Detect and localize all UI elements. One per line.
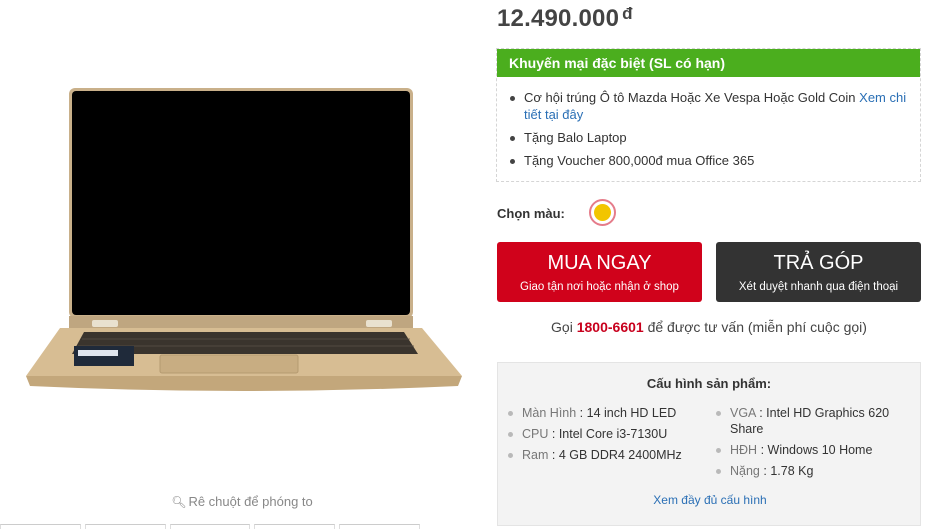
spec-list-left: Màn Hình : 14 inch HD LED CPU : Intel Co… xyxy=(508,405,708,468)
thumbnail[interactable] xyxy=(339,524,420,529)
thumbnail[interactable] xyxy=(84,524,166,529)
thumbnail[interactable] xyxy=(254,524,336,529)
installment-button[interactable]: TRẢ GÓP Xét duyệt nhanh qua điện thoại xyxy=(716,242,921,302)
hotline-phone[interactable]: 1800-6601 xyxy=(577,319,644,335)
color-swatch-gold[interactable] xyxy=(589,199,616,226)
spec-item: CPU : Intel Core i3-7130U xyxy=(508,426,708,442)
hotline-text: Gọi 1800-6601 để được tư vấn (miễn phí c… xyxy=(551,319,867,335)
thumbnail[interactable] xyxy=(0,524,81,529)
product-price: 12.490.000 đ xyxy=(497,4,633,33)
price-currency: đ xyxy=(622,4,633,23)
promotion-list: Cơ hội trúng Ô tô Mazda Hoặc Xe Vespa Ho… xyxy=(497,77,920,169)
zoom-hint: 🔍︎ Rê chuột để phóng to xyxy=(171,494,313,509)
buy-now-sublabel: Giao tận nơi hoặc nhận ở shop xyxy=(520,281,679,293)
color-picker-label: Chọn màu: xyxy=(497,206,565,221)
product-image-area: 🔍︎ Rê chuột để phóng to xyxy=(0,0,488,529)
color-dot xyxy=(594,204,611,221)
price-amount: 12.490.000 xyxy=(497,5,620,32)
spec-item: VGA : Intel HD Graphics 620 Share xyxy=(716,405,916,437)
product-image[interactable] xyxy=(22,84,466,396)
thumbnail-strip[interactable] xyxy=(0,524,420,529)
thumbnail[interactable] xyxy=(169,524,251,529)
promotion-item: Tặng Balo Laptop xyxy=(509,129,910,146)
spec-box: Cấu hình sản phẩm: Màn Hình : 14 inch HD… xyxy=(497,362,921,526)
spec-item: Màn Hình : 14 inch HD LED xyxy=(508,405,708,421)
buy-now-label: MUA NGAY xyxy=(547,252,652,274)
spec-list-right: VGA : Intel HD Graphics 620 Share HĐH : … xyxy=(716,405,916,484)
spec-title: Cấu hình sản phẩm: xyxy=(646,376,772,391)
promotion-item: Tặng Voucher 800,000đ mua Office 365 xyxy=(509,152,910,169)
promotion-item: Cơ hội trúng Ô tô Mazda Hoặc Xe Vespa Ho… xyxy=(509,89,910,123)
full-spec-link[interactable]: Xem đầy đủ cấu hình xyxy=(498,493,922,507)
spec-item: Nặng : 1.78 Kg xyxy=(716,463,916,479)
promotion-title: Khuyến mại đặc biệt (SL có hạn) xyxy=(497,49,920,77)
buy-now-button[interactable]: MUA NGAY Giao tận nơi hoặc nhận ở shop xyxy=(497,242,702,302)
spec-item: Ram : 4 GB DDR4 2400MHz xyxy=(508,447,708,463)
installment-sublabel: Xét duyệt nhanh qua điện thoại xyxy=(738,281,899,293)
magnifier-icon: 🔍︎ xyxy=(171,495,187,509)
spec-item: HĐH : Windows 10 Home xyxy=(716,442,916,458)
installment-label: TRẢ GÓP xyxy=(773,252,864,274)
promotion-box: Khuyến mại đặc biệt (SL có hạn) Cơ hội t… xyxy=(496,48,921,182)
